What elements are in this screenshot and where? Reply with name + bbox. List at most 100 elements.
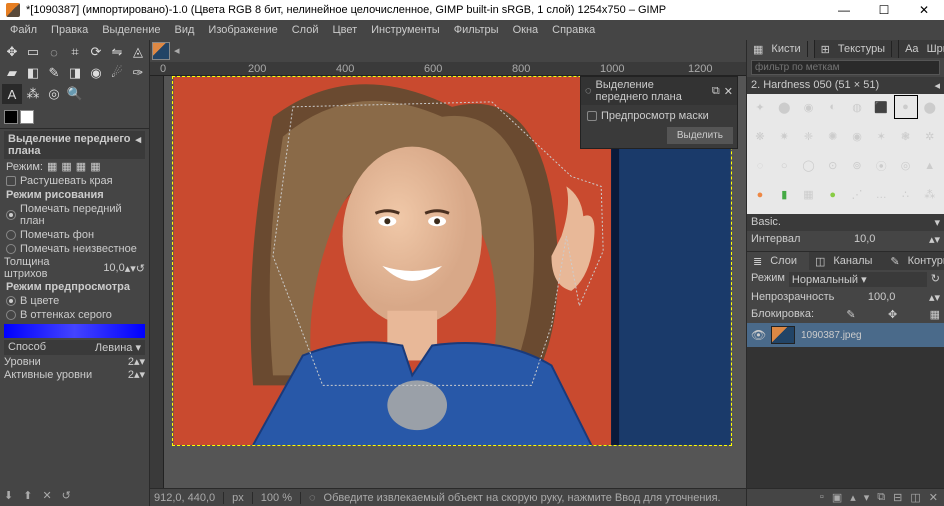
move-tool-icon[interactable]: ✥ xyxy=(2,42,22,62)
unit-dropdown[interactable]: px xyxy=(232,492,244,504)
menu-edit[interactable]: Правка xyxy=(45,22,94,38)
text-tool-icon[interactable]: A xyxy=(2,84,22,104)
stepper-icon[interactable]: ▴▾ xyxy=(134,355,145,368)
tab-fonts[interactable]: Aa Шрифты xyxy=(899,40,944,58)
image-thumbnail[interactable] xyxy=(152,42,170,60)
warp-tool-icon[interactable]: ◬ xyxy=(128,42,148,62)
path-tool-icon[interactable]: ✑ xyxy=(128,63,148,83)
foreground-select-dialog[interactable]: ◌Выделение переднего плана⧉✕ Предпросмот… xyxy=(580,76,738,149)
flip-tool-icon[interactable]: ⇋ xyxy=(107,42,127,62)
panel-menu-icon[interactable]: ◂ xyxy=(135,133,141,157)
levels-value[interactable]: 2 xyxy=(104,356,134,368)
active-levels-value[interactable]: 2 xyxy=(104,369,134,381)
menu-file[interactable]: Файл xyxy=(4,22,43,38)
brush-item[interactable]: ✷ xyxy=(773,125,795,147)
mode-int-icon[interactable]: ▦ xyxy=(90,160,100,173)
mode-replace-icon[interactable]: ▦ xyxy=(47,160,57,173)
crop-tool-icon[interactable]: ⌗ xyxy=(65,42,85,62)
brush-item[interactable]: ● xyxy=(822,184,844,206)
tab-channels[interactable]: ◫ Каналы xyxy=(809,252,884,270)
layer-group-icon[interactable]: ▣ xyxy=(832,491,842,504)
background-color[interactable] xyxy=(20,110,34,124)
gradient-tool-icon[interactable]: ◧ xyxy=(23,63,43,83)
brush-item[interactable]: ▲ xyxy=(919,155,941,177)
brush-item[interactable]: ◯ xyxy=(798,155,820,177)
layer-down-icon[interactable]: ▾ xyxy=(864,491,870,504)
tab-paths[interactable]: ✎ Контуры xyxy=(884,252,944,270)
stepper-icon[interactable]: ▴▾ xyxy=(125,262,136,275)
vertical-ruler[interactable] xyxy=(150,76,164,488)
mode-sub-icon[interactable]: ▦ xyxy=(76,160,86,173)
lock-alpha-icon[interactable]: ▦ xyxy=(930,308,940,321)
brush-item[interactable]: ✶ xyxy=(870,125,892,147)
measure-tool-icon[interactable]: ◎ xyxy=(44,84,64,104)
layer-up-icon[interactable]: ▴ xyxy=(850,491,856,504)
tab-patterns[interactable]: ⊞ Текстуры xyxy=(815,40,899,58)
preview-gray-radio[interactable] xyxy=(6,310,16,320)
clone-tool-icon[interactable]: ◉ xyxy=(86,63,106,83)
mode-next-icon[interactable]: ↻ xyxy=(931,272,940,287)
foreground-color[interactable] xyxy=(4,110,18,124)
merge-layer-icon[interactable]: ⊟ xyxy=(893,491,902,504)
save-preset-icon[interactable]: ⬇ xyxy=(4,489,13,502)
brush-item[interactable]: ⬤ xyxy=(919,96,941,118)
preview-mask-checkbox[interactable] xyxy=(587,111,597,121)
mask-icon[interactable]: ◫ xyxy=(910,491,920,504)
brush-item[interactable]: ● xyxy=(895,96,917,118)
brush-item[interactable]: ⦿ xyxy=(870,155,892,177)
brush-item[interactable]: ○ xyxy=(773,155,795,177)
thumb-menu-icon[interactable]: ◂ xyxy=(172,42,182,60)
brush-item[interactable]: ◐ xyxy=(822,96,844,118)
reset-icon[interactable]: ↺ xyxy=(136,262,145,275)
rect-select-tool-icon[interactable]: ▭ xyxy=(23,42,43,62)
maximize-button[interactable]: ☐ xyxy=(864,0,904,20)
brush-tool-icon[interactable]: ✎ xyxy=(44,63,64,83)
delete-layer-icon[interactable]: ✕ xyxy=(929,491,938,504)
drawmode-unknown-radio[interactable] xyxy=(6,244,16,254)
engine-dropdown[interactable]: СпособЛевина ▾ xyxy=(4,340,145,355)
menu-image[interactable]: Изображение xyxy=(202,22,283,38)
brush-preset-label[interactable]: Basic. xyxy=(751,216,781,229)
brush-item[interactable]: ⊚ xyxy=(846,155,868,177)
brush-item[interactable]: ◉ xyxy=(846,125,868,147)
menu-select[interactable]: Выделение xyxy=(96,22,166,38)
opacity-value[interactable]: 100,0 xyxy=(868,291,896,304)
duplicate-layer-icon[interactable]: ⧉ xyxy=(877,491,885,504)
new-layer-icon[interactable]: ▫ xyxy=(820,491,824,504)
menu-layer[interactable]: Слой xyxy=(286,22,325,38)
detach-icon[interactable]: ⧉ xyxy=(712,85,720,98)
stepper-icon[interactable]: ▴▾ xyxy=(929,233,940,246)
reset-preset-icon[interactable]: ↺ xyxy=(62,489,71,502)
drawmode-bg-radio[interactable] xyxy=(6,230,16,240)
color-picker-tool-icon[interactable]: ⁂ xyxy=(23,84,43,104)
select-button[interactable]: Выделить xyxy=(667,127,733,144)
tab-layers[interactable]: ≣ Слои xyxy=(747,252,809,270)
brush-item[interactable]: ▮ xyxy=(773,184,795,206)
drawmode-fg-radio[interactable] xyxy=(6,210,16,220)
brush-item[interactable]: ◌ xyxy=(749,155,771,177)
layer-mode-dropdown[interactable]: Нормальный ▾ xyxy=(789,272,927,287)
brush-item[interactable]: ❈ xyxy=(798,125,820,147)
menu-windows[interactable]: Окна xyxy=(507,22,545,38)
chevron-down-icon[interactable]: ▾ xyxy=(934,216,940,229)
brush-item[interactable]: ▦ xyxy=(798,184,820,206)
menu-filters[interactable]: Фильтры xyxy=(448,22,505,38)
brush-item[interactable]: ◎ xyxy=(895,155,917,177)
stroke-width-value[interactable]: 10,0 xyxy=(95,262,125,274)
stepper-icon[interactable]: ▴▾ xyxy=(929,291,940,304)
layer-name[interactable]: 1090387.jpeg xyxy=(801,330,862,341)
load-preset-icon[interactable]: ⬆ xyxy=(23,489,32,502)
tab-brushes[interactable]: ▦ Кисти xyxy=(747,40,815,58)
brush-item[interactable]: ✦ xyxy=(749,96,771,118)
zoom-tool-icon[interactable]: 🔍 xyxy=(65,84,85,104)
zoom-level[interactable]: 100 % xyxy=(261,492,292,504)
layer-row[interactable]: 👁 1090387.jpeg xyxy=(747,323,944,347)
lock-position-icon[interactable]: ✥ xyxy=(888,308,897,321)
horizontal-ruler[interactable]: 0 200 400 600 800 1000 1200 xyxy=(150,62,746,76)
lock-pixels-icon[interactable]: ✎ xyxy=(846,308,855,321)
rotate-tool-icon[interactable]: ⟳ xyxy=(86,42,106,62)
free-select-tool-icon[interactable]: ◌ xyxy=(44,42,64,62)
menu-color[interactable]: Цвет xyxy=(326,22,363,38)
brush-item[interactable]: ● xyxy=(749,184,771,206)
mode-add-icon[interactable]: ▦ xyxy=(61,160,71,173)
